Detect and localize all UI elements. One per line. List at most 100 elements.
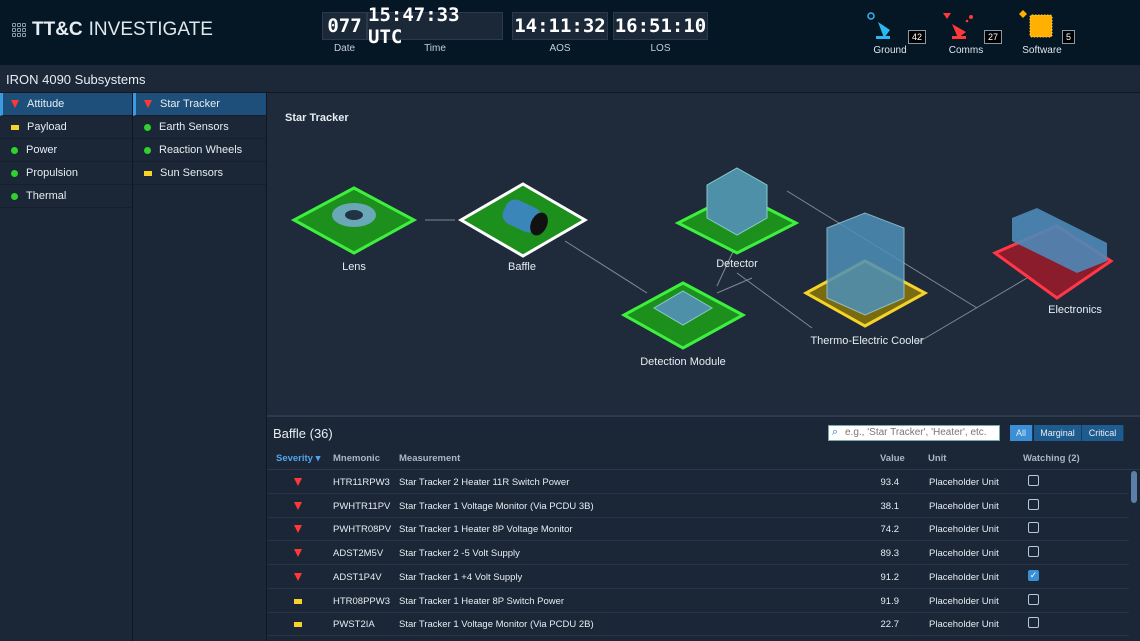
- los-label: LOS: [650, 43, 671, 54]
- table-row[interactable]: PWST2IA Star Tracker 1 Voltage Monitor (V…: [267, 612, 1129, 637]
- software-count: 5: [1062, 30, 1076, 44]
- watch-checkbox[interactable]: [1028, 522, 1039, 534]
- subsystems-title: IRON 4090 Subsystems: [0, 65, 1140, 93]
- ground-status[interactable]: 42 Ground: [860, 8, 930, 60]
- subsystem-list: Attitude Payload Power Propulsion Therma…: [0, 93, 133, 641]
- measurement-cell: Star Tracker 2 -5 Volt Supply: [399, 548, 520, 560]
- marginal-icon: [144, 170, 152, 176]
- comms-count: 27: [984, 30, 1003, 44]
- mnemonic-cell: ADST2M5V: [333, 548, 384, 560]
- severity-header-label: Severity: [276, 453, 313, 464]
- table-row[interactable]: PWHTR11PV Star Tracker 1 Voltage Monitor …: [267, 494, 1129, 518]
- table-row[interactable]: HTR11RPW3 Star Tracker 2 Heater 11R Switc…: [267, 470, 1129, 494]
- ok-icon: [11, 169, 18, 177]
- date-label: Date: [333, 43, 356, 54]
- component-reaction-wheels[interactable]: Reaction Wheels: [133, 139, 266, 162]
- mnemonic-cell: HTR08PPW3: [333, 595, 391, 607]
- comms-status[interactable]: 27 Comms: [936, 8, 1006, 60]
- watch-checkbox[interactable]: ✓: [1028, 569, 1039, 581]
- node-label-tec: Thermo-Electric Cooler: [810, 335, 924, 347]
- filter-all-button[interactable]: All: [1010, 425, 1033, 441]
- node-label-detector: Detector: [716, 258, 758, 270]
- component-sun-sensors[interactable]: Sun Sensors: [133, 162, 266, 185]
- watch-checkbox[interactable]: [1028, 498, 1039, 510]
- scrollbar[interactable]: [1131, 471, 1137, 503]
- watch-checkbox[interactable]: [1028, 475, 1039, 486]
- filter-marginal-button[interactable]: Marginal: [1034, 425, 1082, 441]
- search-input[interactable]: ⌕ e.g., 'Star Tracker', 'Heater', etc.: [828, 425, 1000, 441]
- unit-cell: Placeholder Unit: [929, 477, 999, 488]
- critical-icon: [294, 525, 302, 534]
- header: TT&C INVESTIGATE 077 15:47:33 UTC 14:11:3…: [0, 0, 1140, 65]
- brand-bold: TT&C: [32, 19, 83, 40]
- search-placeholder: e.g., 'Star Tracker', 'Heater', etc.: [845, 427, 987, 438]
- watch-checkbox[interactable]: [1028, 546, 1039, 558]
- watching-header[interactable]: Watching (2): [1023, 453, 1080, 464]
- brand-light: INVESTIGATE: [88, 19, 213, 40]
- value-header[interactable]: Value: [880, 453, 905, 464]
- ground-count: 42: [908, 30, 927, 44]
- electronics-node[interactable]: [991, 208, 1114, 300]
- watch-checkbox[interactable]: [1028, 593, 1039, 605]
- component-earth-sensors[interactable]: Earth Sensors: [133, 116, 266, 139]
- marginal-icon: [294, 622, 302, 628]
- subsystem-payload[interactable]: Payload: [0, 116, 132, 139]
- lens-node[interactable]: [290, 186, 418, 255]
- software-label: Software: [1022, 45, 1062, 56]
- detection-module-node[interactable]: [620, 281, 747, 350]
- subsystem-attitude[interactable]: Attitude: [0, 93, 132, 116]
- mnemonic-cell: PWHTR11PV: [333, 500, 391, 512]
- measurement-header[interactable]: Measurement: [399, 453, 460, 464]
- unit-cell: Placeholder Unit: [929, 500, 999, 512]
- baffle-node[interactable]: [458, 182, 588, 258]
- component-star-tracker[interactable]: Star Tracker: [133, 93, 266, 116]
- detector-node[interactable]: [674, 167, 800, 255]
- diagram-panel: Star Tracker Lens Baffle Detector Detect…: [267, 93, 1140, 415]
- marginal-icon: [11, 124, 19, 130]
- marginal-icon: [294, 598, 302, 604]
- app-grid-icon[interactable]: [12, 23, 26, 37]
- subsystem-thermal[interactable]: Thermal: [0, 185, 132, 208]
- software-status[interactable]: 5 Software: [1012, 8, 1082, 60]
- node-label-detection-module: Detection Module: [640, 356, 726, 368]
- table-row[interactable]: ADST2M5V Star Tracker 2 -5 Volt Supply 89.…: [267, 541, 1129, 566]
- table-row[interactable]: HTR08PPW3 Star Tracker 1 Heater 8P Switch…: [267, 589, 1129, 613]
- unit-cell: Placeholder Unit: [929, 619, 999, 631]
- severity-header[interactable]: Severity ▾: [276, 453, 320, 464]
- measurement-cell: Star Tracker 1 Voltage Monitor (Via PCDU…: [399, 619, 594, 631]
- subsystem-propulsion[interactable]: Propulsion: [0, 162, 132, 185]
- value-cell: 89.3: [880, 548, 900, 560]
- unit-header[interactable]: Unit: [928, 453, 946, 464]
- value-cell: 93.4: [880, 477, 900, 488]
- aos-label: AOS: [549, 43, 571, 54]
- filter-critical-button[interactable]: Critical: [1082, 425, 1124, 441]
- tec-node[interactable]: [802, 212, 929, 328]
- value-cell: 38.1: [880, 500, 900, 512]
- component-list: Star Tracker Earth Sensors Reaction Whee…: [133, 93, 267, 641]
- watch-checkbox[interactable]: [1028, 617, 1039, 629]
- subsystem-label: Attitude: [27, 98, 65, 110]
- unit-cell: Placeholder Unit: [929, 548, 999, 560]
- unit-cell: Placeholder Unit: [929, 595, 999, 607]
- table-row[interactable]: ADST1P4V Star Tracker 1 +4 Volt Supply 91.…: [267, 565, 1129, 589]
- ground-label: Ground: [873, 45, 907, 56]
- measurement-cell: Star Tracker 1 +4 Volt Supply: [399, 571, 523, 583]
- node-label-electronics: Electronics: [1048, 304, 1102, 316]
- ok-icon: [11, 146, 18, 154]
- subsystem-label: Propulsion: [26, 167, 78, 179]
- node-label-lens: Lens: [342, 261, 366, 273]
- component-label: Sun Sensors: [160, 167, 223, 179]
- mnemonic-cell: ADST1P4V: [333, 571, 382, 583]
- mnemonic-header[interactable]: Mnemonic: [333, 453, 380, 464]
- table-header: [267, 447, 1140, 470]
- ok-icon: [11, 192, 18, 200]
- time-label: Time: [424, 43, 446, 54]
- measurement-cell: Star Tracker 1 Heater 8P Switch Power: [399, 595, 565, 607]
- subsystem-label: Thermal: [26, 190, 67, 202]
- table-row[interactable]: PWHTR08PV Star Tracker 1 Heater 8P Voltag…: [267, 517, 1129, 542]
- search-icon: ⌕: [832, 426, 839, 438]
- subsystem-power[interactable]: Power: [0, 139, 132, 162]
- value-cell: 22.7: [880, 619, 900, 631]
- subsystem-label: Payload: [27, 121, 67, 133]
- critical-icon: [11, 100, 19, 108]
